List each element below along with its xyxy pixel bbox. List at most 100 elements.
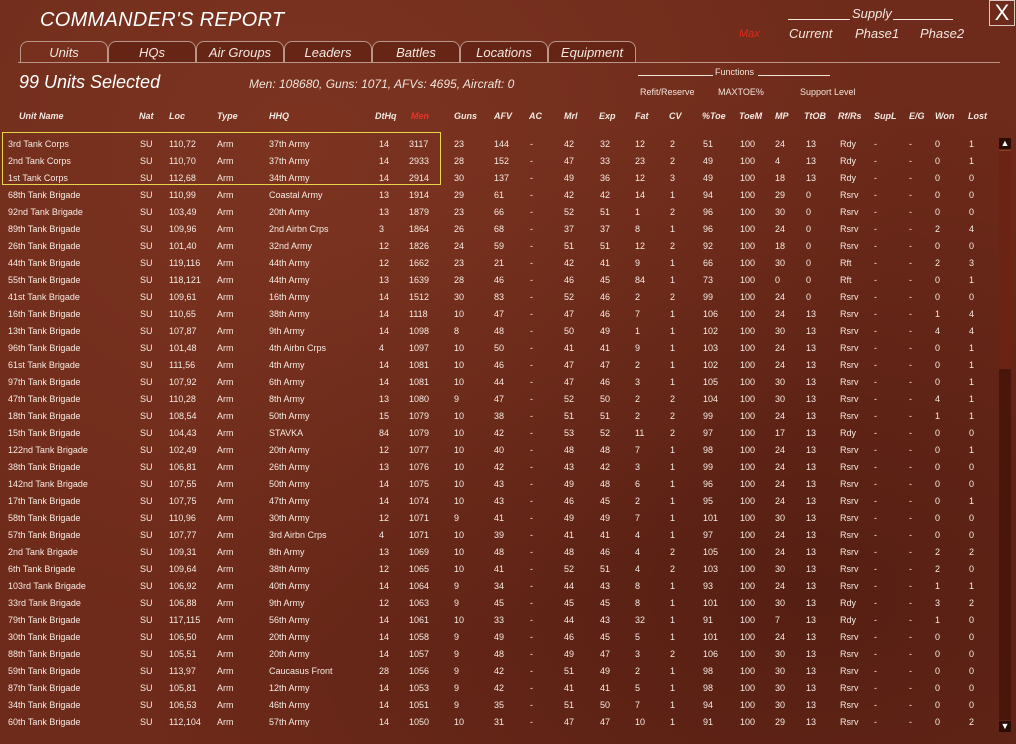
tab-equipment[interactable]: Equipment — [548, 41, 636, 62]
table-row[interactable]: 87th Tank Brigade SU 105,81 Arm 12th Army 14 1… — [0, 680, 995, 697]
column-header-dthq[interactable]: DtHq — [375, 111, 397, 121]
table-row[interactable]: 92nd Tank Brigade SU 103,49 Arm 20th Army 13 1… — [0, 204, 995, 221]
table-row[interactable]: 1st Tank Corps SU 112,68 Arm 34th Army 14 2914… — [0, 170, 995, 187]
column-header-mp[interactable]: MP — [775, 111, 789, 121]
refit-reserve-button[interactable]: Refit/Reserve — [640, 87, 695, 97]
table-row[interactable]: 88th Tank Brigade SU 105,51 Arm 20th Army 14 1… — [0, 646, 995, 663]
cell-nat: SU — [140, 632, 153, 642]
cell-mrl: 51 — [564, 666, 575, 676]
cell-won: 1 — [935, 581, 941, 591]
table-row[interactable]: 122nd Tank Brigade SU 102,49 Arm 20th Army 12… — [0, 442, 995, 459]
table-row[interactable]: 34th Tank Brigade SU 106,53 Arm 46th Army 14 1… — [0, 697, 995, 714]
cell-loc: 102,49 — [169, 445, 197, 455]
cell-e-g: - — [909, 207, 912, 217]
column-header-cv[interactable]: CV — [669, 111, 682, 121]
column-header-toem[interactable]: ToeM — [739, 111, 762, 121]
cell-afv: 43 — [494, 479, 505, 489]
table-row[interactable]: 26th Tank Brigade SU 101,40 Arm 32nd Army 12 1… — [0, 238, 995, 255]
cell-mp: 30 — [775, 258, 786, 268]
vertical-scrollbar[interactable]: ▲ ▼ — [997, 138, 1013, 732]
column-header-mrl[interactable]: Mrl — [564, 111, 578, 121]
table-row[interactable]: 3rd Tank Corps SU 110,72 Arm 37th Army 14 3117… — [0, 136, 995, 153]
table-row[interactable]: 44th Tank Brigade SU 119,116 Arm 44th Army 12… — [0, 255, 995, 272]
tab-units[interactable]: Units — [20, 41, 108, 62]
cell-hhq: 38th Army — [269, 564, 310, 574]
table-row[interactable]: 59th Tank Brigade SU 113,97 Arm Caucasus Fro… — [0, 663, 995, 680]
table-row[interactable]: 41st Tank Brigade SU 109,61 Arm 16th Army 14 1… — [0, 289, 995, 306]
supply-tab-phase1[interactable]: Phase1 — [855, 26, 899, 41]
column-header-men[interactable]: Men — [411, 111, 429, 121]
supply-tab-current[interactable]: Current — [789, 26, 832, 41]
cell-nat: SU — [140, 411, 153, 421]
table-row[interactable]: 142nd Tank Brigade SU 107,55 Arm 50th Army 14… — [0, 476, 995, 493]
column-header--toe[interactable]: %Toe — [702, 111, 726, 121]
table-row[interactable]: 79th Tank Brigade SU 117,115 Arm 56th Army 14… — [0, 612, 995, 629]
column-header-lost[interactable]: Lost — [968, 111, 987, 121]
column-header-won[interactable]: Won — [935, 111, 954, 121]
column-header-unit-name[interactable]: Unit Name — [19, 111, 64, 121]
maxtoe-button[interactable]: MAXTOE% — [718, 87, 764, 97]
cell-ac: - — [530, 564, 533, 574]
column-header-guns[interactable]: Guns — [454, 111, 477, 121]
tab-battles[interactable]: Battles — [372, 41, 460, 62]
cell--toe: 99 — [703, 411, 714, 421]
cell-unit-name: 60th Tank Brigade — [8, 717, 81, 727]
cell-men: 1081 — [409, 360, 430, 370]
table-row[interactable]: 96th Tank Brigade SU 101,48 Arm 4th Airbn Cr… — [0, 340, 995, 357]
tab-locations[interactable]: Locations — [460, 41, 548, 62]
table-row[interactable]: 18th Tank Brigade SU 108,54 Arm 50th Army 15 1… — [0, 408, 995, 425]
column-header-e-g[interactable]: E/G — [909, 111, 925, 121]
scroll-down-arrow-icon[interactable]: ▼ — [999, 721, 1011, 732]
table-row[interactable]: 2nd Tank Brigade SU 109,31 Arm 8th Army 13 106… — [0, 544, 995, 561]
table-row[interactable]: 17th Tank Brigade SU 107,75 Arm 47th Army 14 1… — [0, 493, 995, 510]
column-header-exp[interactable]: Exp — [599, 111, 616, 121]
table-row[interactable]: 6th Tank Brigade SU 109,64 Arm 38th Army 12 10… — [0, 561, 995, 578]
table-row[interactable]: 58th Tank Brigade SU 110,96 Arm 30th Army 12 1… — [0, 510, 995, 527]
table-row[interactable]: 33rd Tank Brigade SU 106,88 Arm 9th Army 12 10… — [0, 595, 995, 612]
table-row[interactable]: 16th Tank Brigade SU 110,65 Arm 38th Army 14 1… — [0, 306, 995, 323]
table-row[interactable]: 55th Tank Brigade SU 118,121 Arm 44th Army 13… — [0, 272, 995, 289]
column-header-supl[interactable]: SupL — [874, 111, 897, 121]
cell-fat: 7 — [635, 445, 641, 455]
cell-supl: - — [874, 479, 877, 489]
scroll-thumb[interactable] — [999, 150, 1011, 369]
close-button[interactable]: X — [989, 0, 1015, 26]
column-header-ac[interactable]: AC — [529, 111, 542, 121]
cell-men: 1071 — [409, 513, 430, 523]
supply-tab-max[interactable]: Max — [739, 28, 760, 40]
column-header-nat[interactable]: Nat — [139, 111, 154, 121]
column-header-type[interactable]: Type — [217, 111, 238, 121]
table-row[interactable]: 89th Tank Brigade SU 109,96 Arm 2nd Airbn Cr… — [0, 221, 995, 238]
table-row[interactable]: 13th Tank Brigade SU 107,87 Arm 9th Army 14 10… — [0, 323, 995, 340]
supply-tab-phase2[interactable]: Phase2 — [920, 26, 964, 41]
table-row[interactable]: 15th Tank Brigade SU 104,43 Arm STAVKA 84 1079… — [0, 425, 995, 442]
tab-air-groups[interactable]: Air Groups — [196, 41, 284, 62]
table-row[interactable]: 2nd Tank Corps SU 110,70 Arm 37th Army 14 2933… — [0, 153, 995, 170]
table-row[interactable]: 97th Tank Brigade SU 107,92 Arm 6th Army 14 10… — [0, 374, 995, 391]
table-row[interactable]: 60th Tank Brigade SU 112,104 Arm 57th Army 14… — [0, 714, 995, 731]
table-row[interactable]: 47th Tank Brigade SU 110,28 Arm 8th Army 13 10… — [0, 391, 995, 408]
column-header-fat[interactable]: Fat — [635, 111, 649, 121]
column-header-afv[interactable]: AFV — [494, 111, 512, 121]
cell-lost: 0 — [969, 190, 975, 200]
cell-nat: SU — [140, 445, 153, 455]
table-row[interactable]: 38th Tank Brigade SU 106,81 Arm 26th Army 13 1… — [0, 459, 995, 476]
cell-lost: 0 — [969, 683, 975, 693]
table-row[interactable]: 68th Tank Brigade SU 110,99 Arm Coastal Army… — [0, 187, 995, 204]
cell-e-g: - — [909, 581, 912, 591]
scroll-up-arrow-icon[interactable]: ▲ — [999, 138, 1011, 149]
tab-leaders[interactable]: Leaders — [284, 41, 372, 62]
cell-ac: - — [530, 496, 533, 506]
column-header-hhq[interactable]: HHQ — [269, 111, 289, 121]
tab-hqs[interactable]: HQs — [108, 41, 196, 62]
support-level-button[interactable]: Support Level — [800, 87, 856, 97]
table-row[interactable]: 103rd Tank Brigade SU 106,92 Arm 40th Army 14… — [0, 578, 995, 595]
table-row[interactable]: 57th Tank Brigade SU 107,77 Arm 3rd Airbn Cr… — [0, 527, 995, 544]
column-header-loc[interactable]: Loc — [169, 111, 185, 121]
cell-dthq: 4 — [379, 530, 385, 540]
cell-rf-rs: Rsrv — [840, 649, 859, 659]
column-header-rf-rs[interactable]: Rf/Rs — [838, 111, 862, 121]
table-row[interactable]: 30th Tank Brigade SU 106,50 Arm 20th Army 14 1… — [0, 629, 995, 646]
table-row[interactable]: 61st Tank Brigade SU 111,56 Arm 4th Army 14 10… — [0, 357, 995, 374]
column-header-ttob[interactable]: TtOB — [804, 111, 826, 121]
